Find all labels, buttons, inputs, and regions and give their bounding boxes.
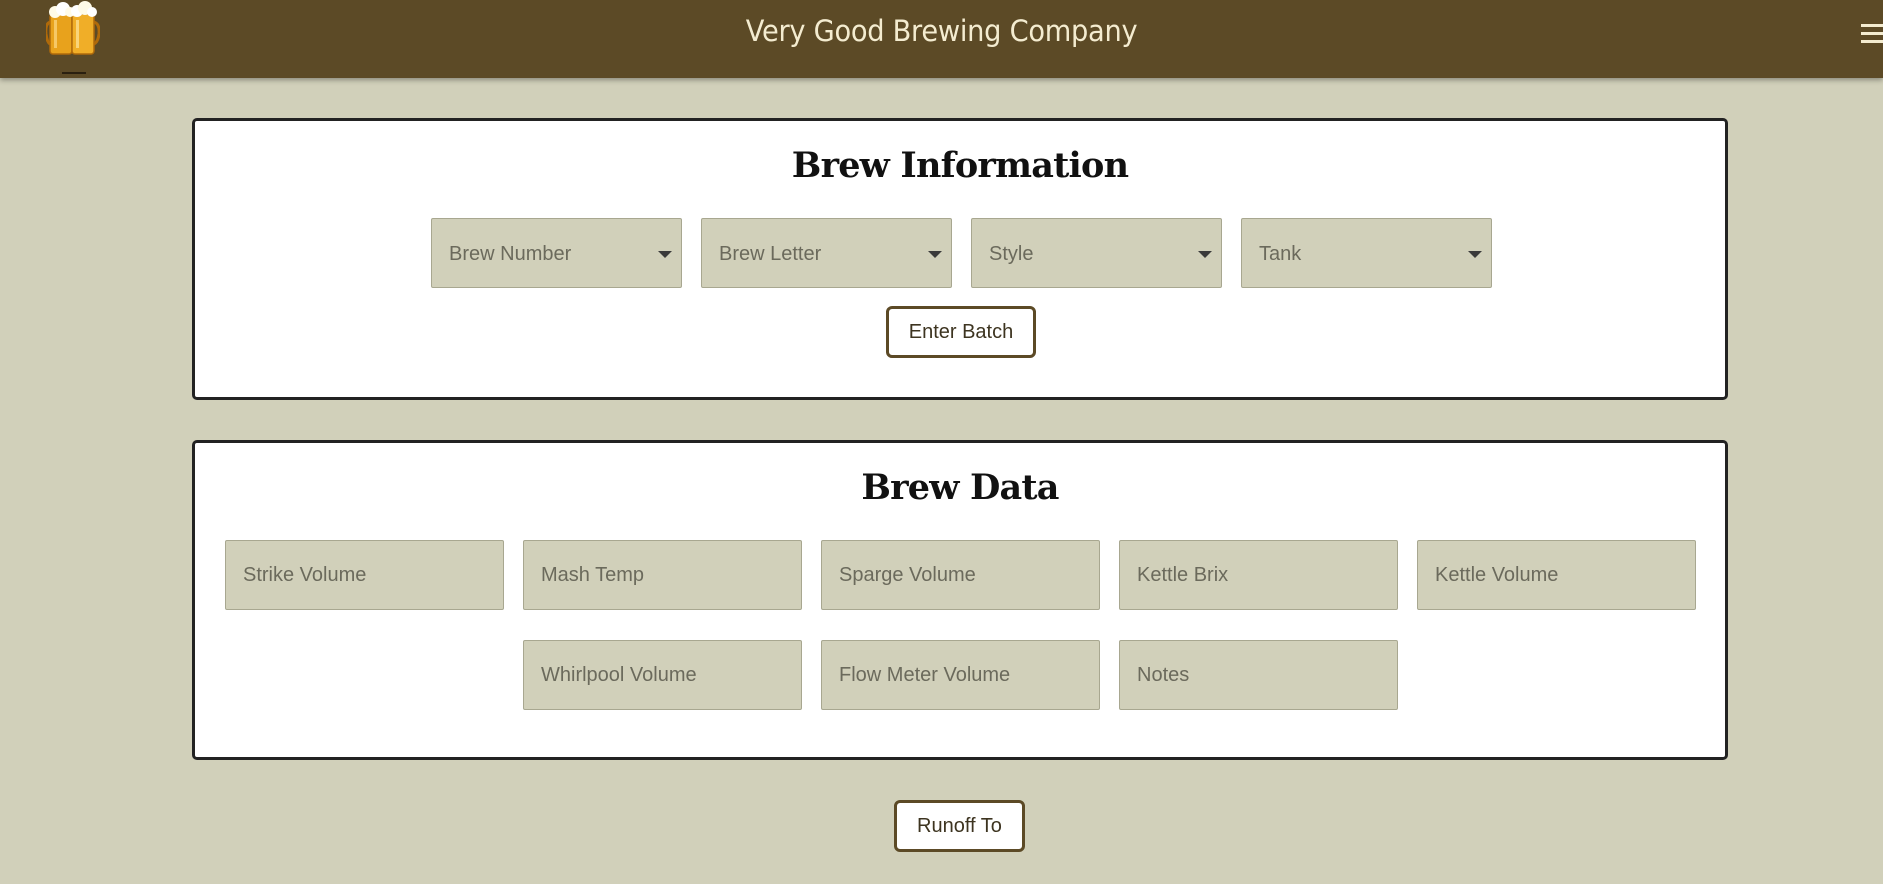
kettle-brix-input[interactable] (1120, 541, 1397, 609)
strike-volume-field[interactable] (225, 540, 504, 610)
notes-field[interactable] (1119, 640, 1398, 710)
logo-underline (62, 72, 86, 74)
sparge-volume-input[interactable] (822, 541, 1099, 609)
sparge-volume-field[interactable] (821, 540, 1100, 610)
brew-number-select[interactable]: Brew Number (431, 218, 682, 288)
notes-input[interactable] (1120, 641, 1397, 709)
runoff-to-button[interactable]: Runoff To (894, 800, 1025, 852)
brew-letter-select-label: Brew Letter (719, 243, 822, 265)
kettle-volume-field[interactable] (1417, 540, 1696, 610)
strike-volume-input[interactable] (226, 541, 503, 609)
chevron-down-icon (928, 251, 942, 258)
chevron-down-icon (1468, 251, 1482, 258)
whirlpool-volume-field[interactable] (523, 640, 802, 710)
chevron-down-icon (1198, 251, 1212, 258)
chevron-down-icon (658, 251, 672, 258)
brew-data-title: Brew Data (861, 467, 1059, 508)
brew-information-title: Brew Information (791, 145, 1129, 186)
tank-select-label: Tank (1259, 243, 1302, 265)
tank-select[interactable]: Tank (1241, 218, 1492, 288)
whirlpool-volume-input[interactable] (524, 641, 801, 709)
style-select[interactable]: Style (971, 218, 1222, 288)
top-navbar: Very Good Brewing Company (0, 0, 1883, 78)
kettle-volume-input[interactable] (1418, 541, 1695, 609)
mash-temp-field[interactable] (523, 540, 802, 610)
flow-meter-volume-input[interactable] (822, 641, 1099, 709)
style-select-label: Style (989, 243, 1034, 265)
hamburger-menu-icon[interactable] (1861, 24, 1883, 46)
mash-temp-input[interactable] (524, 541, 801, 609)
app-title: Very Good Brewing Company (745, 14, 1138, 48)
brew-data-card: Brew Data (192, 440, 1728, 760)
kettle-brix-field[interactable] (1119, 540, 1398, 610)
brew-number-select-label: Brew Number (449, 243, 572, 265)
enter-batch-button[interactable]: Enter Batch (886, 306, 1036, 358)
brew-information-card: Brew Information Brew Number Brew Letter… (192, 118, 1728, 400)
flow-meter-volume-field[interactable] (821, 640, 1100, 710)
brew-letter-select[interactable]: Brew Letter (701, 218, 952, 288)
